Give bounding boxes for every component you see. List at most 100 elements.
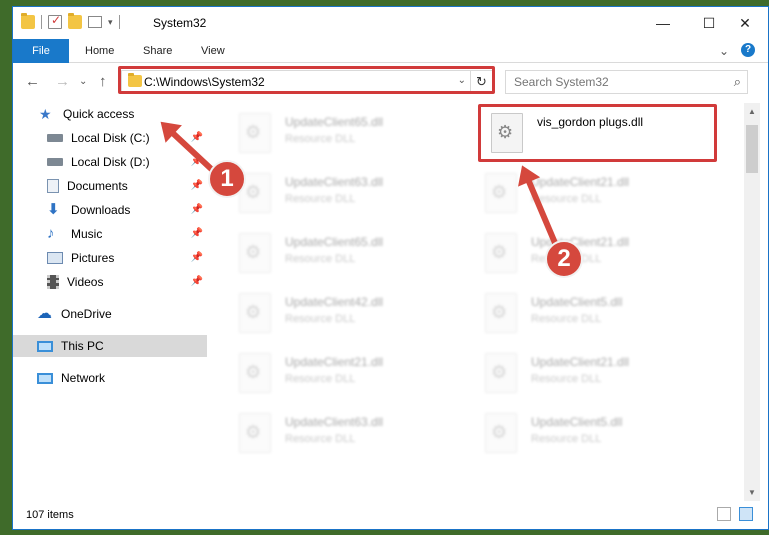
file-type: Resource DLL (531, 373, 602, 385)
file-name: UpdateClient21.dll (531, 235, 630, 249)
file-tile[interactable]: UpdateClient63.dll Resource DLL (233, 171, 473, 227)
sidebar-item-local-disk-d[interactable]: Local Disk (D:) 📌 (13, 151, 207, 173)
file-name: UpdateClient65.dll (285, 235, 384, 249)
sidebar-item-label: Music (71, 227, 103, 241)
sidebar-item-network[interactable]: Network (13, 367, 207, 389)
cloud-icon: ☁ (37, 305, 52, 322)
documents-icon (47, 179, 59, 193)
network-icon (37, 372, 53, 384)
dll-file-icon (239, 113, 271, 153)
new-folder-icon[interactable] (68, 13, 82, 29)
sidebar-item-documents[interactable]: Documents 📌 (13, 175, 207, 197)
address-bar-highlight (118, 66, 495, 94)
dll-file-icon (485, 413, 517, 453)
sidebar-item-label: Network (61, 371, 106, 385)
pin-icon: 📌 (190, 252, 203, 263)
star-icon: ★ (39, 106, 52, 122)
sidebar-item-onedrive[interactable]: ☁ OneDrive (13, 303, 207, 325)
close-button[interactable]: ✕ (722, 7, 768, 39)
properties-icon[interactable]: ✓ (48, 13, 62, 29)
tab-share[interactable]: Share (129, 39, 186, 63)
file-tile[interactable]: UpdateClient5.dll Resource DLL (479, 291, 719, 347)
ribbon-collapse-icon[interactable]: ⌄ (719, 44, 729, 58)
details-view-icon[interactable] (717, 507, 731, 521)
file-tile[interactable]: UpdateClient21.dll Resource DLL (233, 351, 473, 407)
dll-file-icon (239, 413, 271, 453)
tab-view[interactable]: View (187, 39, 239, 63)
divider (41, 15, 42, 29)
file-name: UpdateClient63.dll (285, 415, 384, 429)
sidebar-item-label: Quick access (63, 107, 135, 121)
scroll-down-icon[interactable]: ▼ (748, 488, 756, 497)
file-type: Resource DLL (531, 313, 602, 325)
sidebar-item-this-pc[interactable]: This PC (13, 335, 207, 357)
file-name: UpdateClient21.dll (285, 355, 384, 369)
file-tile[interactable]: UpdateClient65.dll Resource DLL (233, 111, 473, 167)
sidebar-item-label: Pictures (71, 251, 115, 265)
view-options-icon[interactable] (88, 16, 102, 28)
minimize-button[interactable]: — (640, 7, 686, 39)
pin-icon: 📌 (190, 132, 203, 143)
sidebar-item-label: Videos (67, 275, 104, 289)
sidebar-item-label: Documents (67, 179, 128, 193)
drive-icon (47, 158, 63, 166)
tab-home[interactable]: Home (71, 39, 128, 63)
file-name: UpdateClient42.dll (285, 295, 384, 309)
customize-toolbar-icon[interactable]: ▾ (108, 17, 113, 28)
window-title: System32 (153, 16, 207, 30)
pin-icon: 📌 (190, 180, 203, 191)
dll-file-icon (485, 353, 517, 393)
sidebar-item-label: This PC (61, 339, 104, 353)
large-icons-view-icon[interactable] (739, 507, 753, 521)
file-type: Resource DLL (531, 433, 602, 445)
file-tile[interactable]: UpdateClient5.dll Resource DLL (479, 411, 719, 467)
up-button[interactable]: ↑ (99, 73, 107, 90)
sidebar-item-music[interactable]: ♪ Music 📌 (13, 223, 207, 245)
sidebar-item-label: OneDrive (61, 307, 112, 321)
file-type: Resource DLL (285, 193, 356, 205)
item-count: 107 items (26, 509, 74, 521)
recent-locations-button[interactable]: ⌄ (79, 76, 87, 87)
pin-icon: 📌 (190, 276, 203, 287)
file-name: UpdateClient65.dll (285, 115, 384, 129)
file-type: Resource DLL (285, 133, 356, 145)
drive-icon (47, 134, 63, 142)
sidebar-item-downloads[interactable]: ⬇ Downloads 📌 (13, 199, 207, 221)
help-icon[interactable]: ? (741, 43, 755, 57)
forward-button[interactable]: → (55, 73, 70, 90)
videos-icon (47, 275, 59, 289)
music-icon: ♪ (47, 225, 55, 242)
pin-icon: 📌 (190, 228, 203, 239)
scroll-thumb[interactable] (746, 125, 758, 173)
file-type: Resource DLL (285, 313, 356, 325)
dll-file-icon (239, 233, 271, 273)
tab-file[interactable]: File (13, 39, 69, 63)
file-type: Resource DLL (285, 253, 356, 265)
step2-badge: 2 (545, 240, 583, 278)
status-bar: 107 items (13, 501, 768, 529)
search-input[interactable] (514, 72, 714, 92)
step1-badge: 1 (208, 160, 246, 198)
sidebar-item-label: Local Disk (C:) (71, 131, 150, 145)
back-button[interactable]: ← (25, 73, 40, 90)
vertical-scrollbar[interactable]: ▲ ▼ (744, 103, 760, 501)
divider (118, 15, 120, 29)
folder-icon (21, 13, 35, 29)
dll-file-icon (239, 353, 271, 393)
sidebar-item-videos[interactable]: Videos 📌 (13, 271, 207, 293)
file-tile[interactable]: UpdateClient21.dll Resource DLL (479, 351, 719, 407)
dll-file-icon (485, 173, 517, 213)
file-highlight (478, 104, 717, 162)
quick-access-toolbar: ✓ ▾ (21, 13, 120, 29)
file-type: Resource DLL (285, 373, 356, 385)
sidebar-item-pictures[interactable]: Pictures 📌 (13, 247, 207, 269)
computer-icon (37, 340, 53, 352)
file-tile[interactable]: UpdateClient21.dll Resource DLL (479, 231, 719, 287)
sidebar-item-label: Local Disk (D:) (71, 155, 150, 169)
file-tile[interactable]: UpdateClient65.dll Resource DLL (233, 231, 473, 287)
search-icon: ⌕ (733, 74, 741, 89)
file-tile[interactable]: UpdateClient42.dll Resource DLL (233, 291, 473, 347)
file-tile[interactable]: UpdateClient63.dll Resource DLL (233, 411, 473, 467)
scroll-up-icon[interactable]: ▲ (748, 107, 756, 116)
search-box[interactable]: ⌕ (505, 70, 748, 94)
